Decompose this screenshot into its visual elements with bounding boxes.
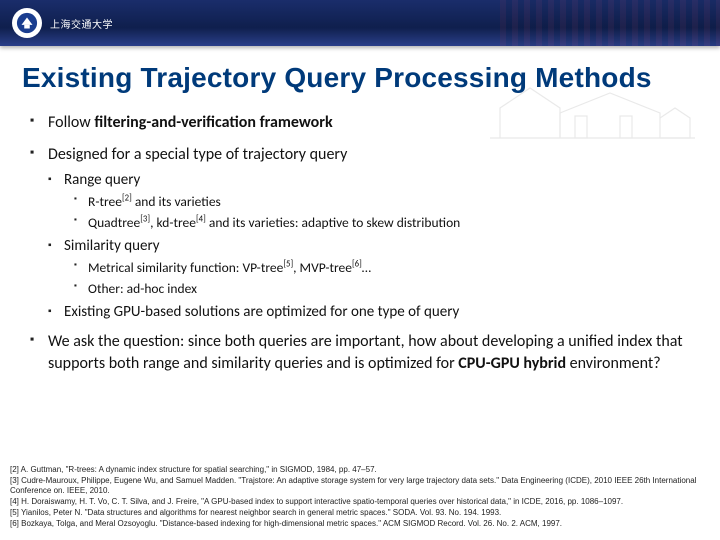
ref-4: [4] H. Doraiswamy, H. T. Vo, C. T. Silva… (10, 497, 710, 507)
university-logo-icon (12, 8, 42, 38)
ref-3: [3] Cudre-Mauroux, Philippe, Eugene Wu, … (10, 476, 710, 496)
header-decoration (500, 0, 720, 46)
text-emph: CPU-GPU hybrid (458, 354, 566, 373)
header-band: 上海交通大学 (0, 0, 720, 46)
bullet-similarity-query: Similarity query (30, 237, 698, 255)
university-name: 上海交通大学 (50, 16, 113, 31)
text: R-tree[2] and its varieties (88, 193, 221, 210)
bullet-designed-special: Designed for a special type of trajector… (30, 144, 698, 166)
bullet-other-adhoc: Other: ad-hoc index (30, 280, 698, 297)
text: environment? (566, 354, 661, 373)
slide-body: Follow filtering-and-verification framew… (0, 100, 720, 374)
ref-6: [6] Bozkaya, Tolga, and Meral Ozsoyoglu.… (10, 519, 710, 529)
slide-title: Existing Trajectory Query Processing Met… (0, 46, 720, 100)
text: Metrical similarity function: VP-tree[5]… (88, 259, 371, 276)
ref-5: [5] Yianilos, Peter N. "Data structures … (10, 508, 710, 518)
bullet-metrical: Metrical similarity function: VP-tree[5]… (30, 259, 698, 276)
text: Quadtree[3], kd-tree[4] and its varietie… (88, 214, 460, 231)
text: Follow (48, 113, 94, 132)
bullet-rtree: R-tree[2] and its varieties (30, 193, 698, 210)
bullet-range-query: Range query (30, 171, 698, 189)
ref-2: [2] A. Guttman, "R-trees: A dynamic inde… (10, 465, 710, 475)
bullet-question: We ask the question: since both queries … (30, 331, 698, 374)
text-emph: filtering-and-verification framework (94, 113, 332, 132)
bullet-existing-gpu: Existing GPU-based solutions are optimiz… (30, 303, 698, 321)
references-block: [2] A. Guttman, "R-trees: A dynamic inde… (10, 465, 710, 530)
bullet-quadtree: Quadtree[3], kd-tree[4] and its varietie… (30, 214, 698, 231)
bullet-follow-framework: Follow filtering-and-verification framew… (30, 112, 698, 134)
